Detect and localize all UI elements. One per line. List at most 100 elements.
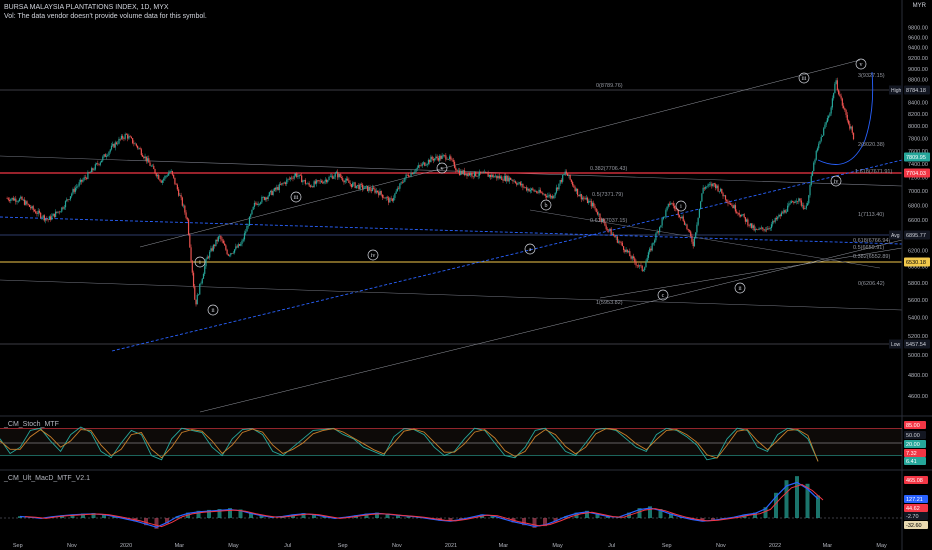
candle-body [66,199,68,202]
candle-body [799,198,801,201]
candle-body [806,203,809,206]
candle-body [492,174,494,178]
candle-body [225,245,227,250]
candle-body [741,215,743,217]
y-tick-label: 9800.00 [908,25,928,31]
y-tick-label: 8000.00 [908,124,928,130]
macd-value-text: 127.21 [906,497,923,503]
candle-body [552,196,554,199]
candle-body [103,154,105,157]
fib-level-label: 1(7113.40) [858,212,884,218]
candle-body [620,242,622,243]
candle-body [270,190,272,193]
candle-body [436,156,438,159]
candle-body [732,205,734,209]
candle-body [386,197,389,198]
candle-body [769,228,771,229]
candle-body [473,171,476,177]
candle-body [503,175,505,181]
candle-body [431,156,433,159]
candle-body [618,241,620,243]
candle-body [204,266,206,274]
candle-body [333,176,335,179]
candle-body [568,174,570,176]
stoch-indicator-name[interactable]: _CM_Stoch_MTF [4,421,59,428]
candle-body [792,201,794,203]
candle-body [79,179,82,183]
candle-body [695,232,697,238]
candle-body [64,201,67,208]
candle-body [507,175,509,182]
candle-body [795,200,797,202]
candle-body [615,236,617,238]
candle-body [619,241,621,243]
candle-body [35,211,37,214]
candle-body [118,138,120,144]
candle-body [197,294,200,296]
candle-body [375,190,377,193]
x-tick-label: Jul [608,543,615,549]
candle-body [564,171,566,175]
candle-body [199,283,201,295]
candle-body [506,175,508,181]
candle-body [831,98,833,108]
candle-body [723,195,725,197]
fib-level-label: 0.618(6766.94) [853,238,890,244]
candle-body [451,159,453,161]
candle-body [195,299,197,305]
candle-body [33,209,36,212]
candle-body [810,175,812,186]
candle-body [545,195,548,198]
candle-body [238,244,241,246]
candle-body [718,191,720,192]
candle-body [214,244,216,246]
channel-line [139,59,861,248]
candle-body [544,194,546,196]
candle-body [466,173,468,177]
candle-body [465,173,467,175]
candle-body [81,179,83,182]
candle-body [445,155,447,160]
candle-body [752,225,754,228]
candle-body [477,175,479,177]
candle-body [277,187,279,190]
candle-body [519,182,522,186]
candle-body [486,172,488,174]
candle-body [518,182,520,184]
x-tick-label: Mar [175,543,185,549]
candle-body [18,198,21,202]
candle-body [538,189,540,193]
candle-body [811,171,814,176]
candle-body [53,213,55,218]
candle-body [298,174,300,177]
candle-body [373,187,375,189]
candle-body [513,181,515,182]
chart-canvas[interactable]: iiiiiiivvabciiiiiiivv 0(8789.76)3(9327.1… [0,0,932,550]
candle-body [481,172,483,174]
y-tick-label: 8400.00 [908,100,928,106]
candle-body [711,183,713,187]
candle-body [563,174,565,175]
candle-body [54,211,57,218]
candle-body [105,155,108,157]
candle-body [675,208,677,210]
candle-body [782,212,784,214]
candle-body [243,233,246,240]
candle-body [122,135,124,139]
candle-body [97,163,99,165]
candle-body [150,165,152,167]
macd-indicator-name[interactable]: _CM_Ult_MacD_MTF_V2.1 [4,475,90,482]
candle-body [605,225,607,230]
candle-body [267,196,269,200]
candle-body [606,229,609,230]
candle-body [646,257,648,263]
candle-body [271,190,273,196]
candle-body [344,180,346,183]
candle-body [440,155,442,159]
trend-line [529,209,881,269]
candle-body [286,179,288,184]
candle-body [322,182,324,184]
low-price-tag-caption: Low [891,342,901,348]
candle-body [91,168,93,173]
candle-body [841,98,843,106]
